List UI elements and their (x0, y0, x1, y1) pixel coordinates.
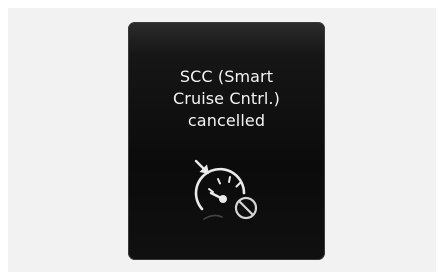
scc-cancelled-popup: SCC (Smart Cruise Cntrl.) cancelled (128, 22, 325, 260)
cancel-sign-icon (234, 196, 258, 220)
message-line-2: Cruise Cntrl.) (173, 89, 280, 108)
popup-message: SCC (Smart Cruise Cntrl.) cancelled (128, 66, 325, 132)
speedometer-cancel-icon (194, 159, 258, 220)
scc-cancelled-icon (192, 157, 272, 237)
message-line-3: cancelled (187, 111, 266, 130)
message-line-1: SCC (Smart (179, 67, 274, 86)
